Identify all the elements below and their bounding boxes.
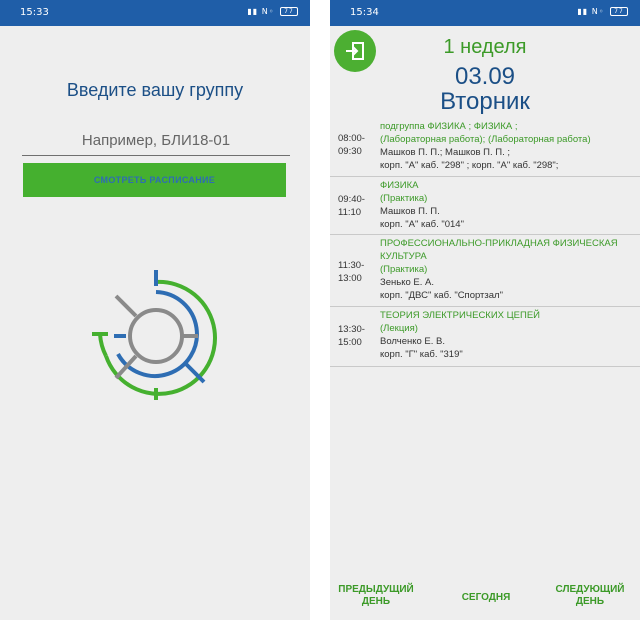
lesson-subject: ТЕОРИЯ ЭЛЕКТРИЧЕСКИХ ЦЕПЕЙ bbox=[380, 310, 541, 321]
battery-icon: 77 bbox=[280, 7, 298, 16]
status-time: 15:34 bbox=[350, 7, 379, 18]
lesson-time: 08:00- 09:30 bbox=[338, 132, 380, 158]
today-button[interactable]: СЕГОДНЯ bbox=[448, 592, 524, 604]
status-time: 15:33 bbox=[20, 7, 49, 18]
lesson-end: 15:00 bbox=[338, 337, 362, 348]
lesson-end: 13:00 bbox=[338, 273, 362, 284]
lesson-start: 08:00- bbox=[338, 133, 365, 144]
status-bar: 15:34 ▮▮ Ν◦ 77 bbox=[330, 0, 640, 26]
week-label: 1 неделя bbox=[443, 36, 527, 58]
lesson-teacher: Машков П. П.; Машков П. П. ; bbox=[380, 147, 511, 158]
lesson-teacher: Машков П. П. bbox=[380, 206, 440, 217]
lesson-subject: ФИЗИКА bbox=[380, 180, 419, 191]
university-logo-icon bbox=[86, 266, 222, 407]
group-entry-screen: 15:33 ▮▮ Ν◦ 77 Введите вашу группу СМОТР… bbox=[0, 0, 310, 620]
lesson-info: подгруппа ФИЗИКА ; ФИЗИКА ; (Лабораторна… bbox=[380, 120, 636, 172]
lesson-subject: ПРОФЕССИОНАЛЬНО-ПРИКЛАДНАЯ ФИЗИЧЕСКАЯ КУ… bbox=[380, 238, 618, 262]
lesson-room: корп. "А" каб. "014" bbox=[380, 219, 464, 230]
lesson-type: (Лабораторная работа); (Лабораторная раб… bbox=[380, 134, 591, 145]
lesson-item[interactable]: 08:00- 09:30 подгруппа ФИЗИКА ; ФИЗИКА ;… bbox=[330, 118, 640, 177]
battery-icon: 77 bbox=[610, 7, 628, 16]
lesson-time: 13:30- 15:00 bbox=[338, 323, 380, 349]
lesson-teacher: Волченко Е. В. bbox=[380, 336, 446, 347]
lesson-teacher: Зенько Е. А. bbox=[380, 277, 434, 288]
lesson-end: 09:30 bbox=[338, 146, 362, 157]
weekday-label: Вторник bbox=[440, 88, 530, 115]
signal-icon: ▮▮ Ν◦ bbox=[577, 7, 605, 16]
status-indicators: ▮▮ Ν◦ 77 bbox=[577, 7, 628, 16]
group-prompt: Введите вашу группу bbox=[66, 80, 244, 100]
group-input[interactable] bbox=[22, 126, 290, 156]
lesson-type: (Лекция) bbox=[380, 323, 418, 334]
lesson-item[interactable]: 09:40- 11:10 ФИЗИКА (Практика) Машков П.… bbox=[330, 177, 640, 235]
lesson-room: корп. "ДВС" каб. "Спортзал" bbox=[380, 290, 503, 301]
lesson-item[interactable]: 13:30- 15:00 ТЕОРИЯ ЭЛЕКТРИЧЕСКИХ ЦЕПЕЙ … bbox=[330, 307, 640, 367]
lesson-info: ФИЗИКА (Практика) Машков П. П. корп. "А"… bbox=[380, 179, 636, 231]
lesson-room: корп. "Г" каб. "319" bbox=[380, 349, 463, 360]
status-bar: 15:33 ▮▮ Ν◦ 77 bbox=[0, 0, 310, 26]
date-label: 03.09 bbox=[454, 63, 516, 90]
view-schedule-button[interactable]: СМОТРЕТЬ РАСПИСАНИЕ bbox=[23, 163, 286, 197]
lesson-end: 11:10 bbox=[338, 207, 362, 218]
lesson-time: 11:30- 13:00 bbox=[338, 259, 380, 285]
lesson-type: (Практика) bbox=[380, 264, 428, 275]
day-navigation: ПРЕДЫДУЩИЙ ДЕНЬ СЕГОДНЯ СЛЕДУЮЩИЙ ДЕНЬ bbox=[330, 584, 640, 618]
previous-day-button[interactable]: ПРЕДЫДУЩИЙ ДЕНЬ bbox=[338, 584, 414, 608]
schedule-screen: 15:34 ▮▮ Ν◦ 77 1 неделя 03.09 Вторник 08… bbox=[330, 0, 640, 620]
signal-icon: ▮▮ Ν◦ bbox=[247, 7, 275, 16]
lesson-type: (Практика) bbox=[380, 193, 428, 204]
lesson-start: 09:40- bbox=[338, 194, 365, 205]
lesson-room: корп. "А" каб. "298" ; корп. "А" каб. "2… bbox=[380, 160, 559, 171]
lesson-info: ТЕОРИЯ ЭЛЕКТРИЧЕСКИХ ЦЕПЕЙ (Лекция) Волч… bbox=[380, 309, 636, 361]
lesson-subject: подгруппа ФИЗИКА ; ФИЗИКА ; bbox=[380, 121, 518, 132]
lesson-start: 13:30- bbox=[338, 324, 365, 335]
lesson-item[interactable]: 11:30- 13:00 ПРОФЕССИОНАЛЬНО-ПРИКЛАДНАЯ … bbox=[330, 235, 640, 307]
lesson-info: ПРОФЕССИОНАЛЬНО-ПРИКЛАДНАЯ ФИЗИЧЕСКАЯ КУ… bbox=[380, 237, 636, 302]
next-day-button[interactable]: СЛЕДУЮЩИЙ ДЕНЬ bbox=[548, 584, 632, 608]
lesson-time: 09:40- 11:10 bbox=[338, 193, 380, 219]
lesson-start: 11:30- bbox=[338, 260, 365, 271]
status-indicators: ▮▮ Ν◦ 77 bbox=[247, 7, 298, 16]
